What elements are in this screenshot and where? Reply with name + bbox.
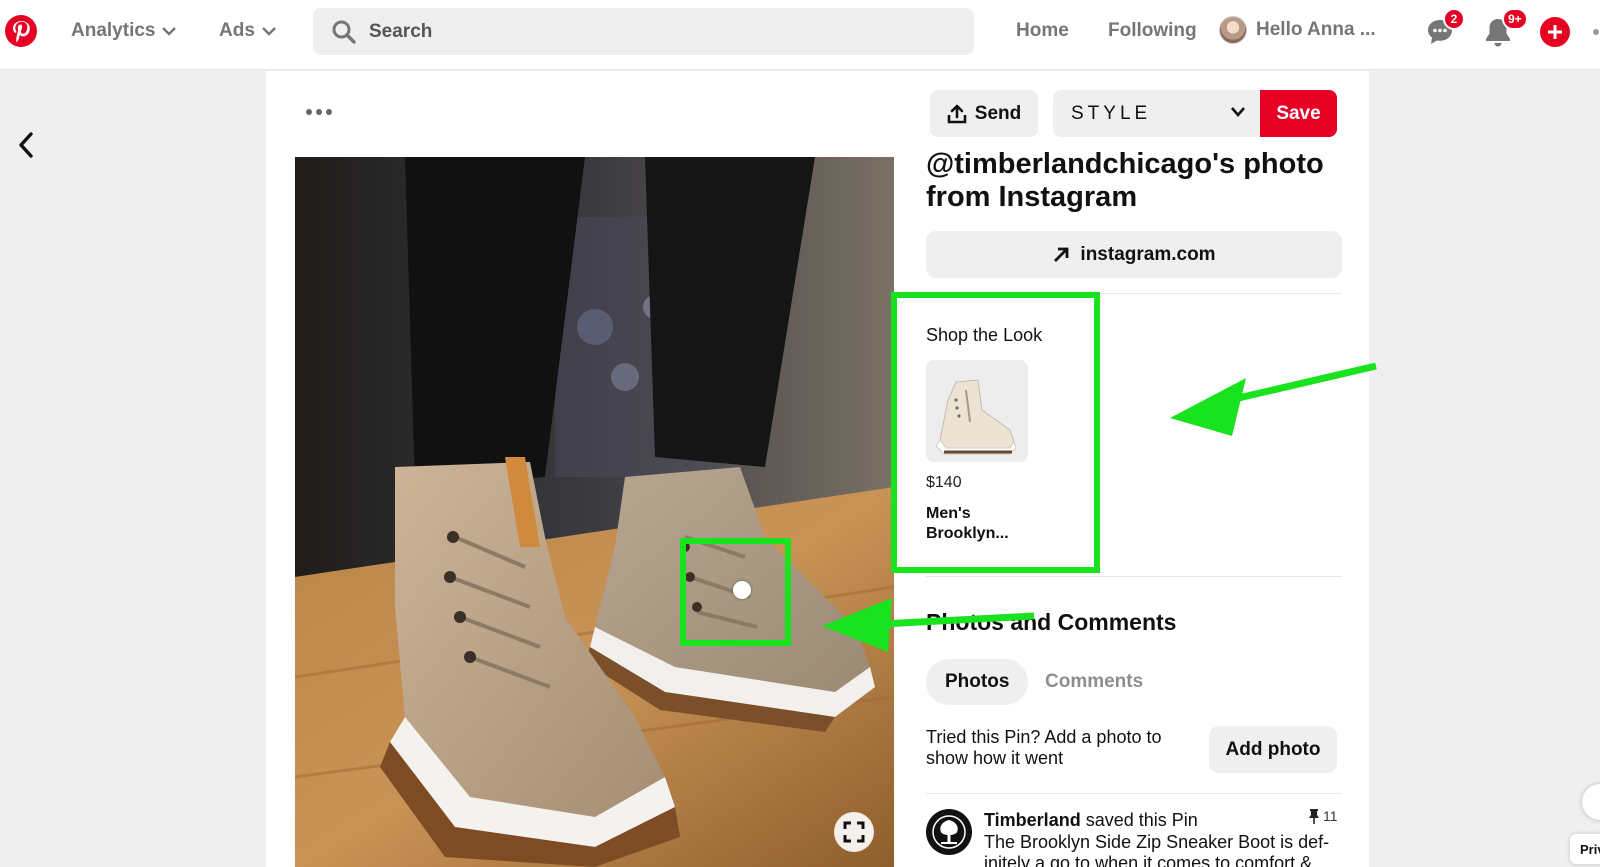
notifications-button[interactable]: 9+ (1484, 8, 1528, 50)
add-photo-button[interactable]: Add photo (1209, 726, 1337, 773)
tab-comments[interactable]: Comments (1026, 659, 1162, 705)
user-profile-link[interactable]: Hello Anna ... (1219, 16, 1376, 44)
pin-title: @timberlandchicago's photo from Instagra… (926, 148, 1324, 213)
source-link-label: instagram.com (1080, 243, 1216, 265)
top-navigation-bar: Analytics Ads Home Following Hello Anna … (0, 0, 1600, 70)
pinterest-logo-icon[interactable] (4, 14, 38, 48)
product-hotspot-dot[interactable] (733, 581, 751, 599)
ads-label: Ads (219, 20, 255, 41)
pin-save-count: 11 (1308, 808, 1338, 824)
comment-text: The Brooklyn Side Zip Sneaker Boot is de… (984, 832, 1330, 867)
privacy-link[interactable]: Priv (1570, 834, 1600, 864)
home-link[interactable]: Home (1016, 20, 1069, 42)
scroll-top-button[interactable] (1582, 784, 1600, 820)
save-button[interactable]: Save (1260, 90, 1337, 137)
board-name: STYLE (1071, 102, 1152, 124)
add-photo-prompt: Tried this Pin? Add a photo to show how … (926, 727, 1162, 768)
ellipsis-icon (306, 109, 312, 115)
send-label: Send (974, 102, 1022, 124)
chevron-down-icon (262, 27, 276, 36)
divider (926, 293, 1342, 294)
more-options-icon[interactable] (1593, 29, 1599, 35)
create-button[interactable] (1540, 17, 1570, 47)
board-select-dropdown[interactable]: STYLE (1053, 90, 1260, 137)
search-icon (332, 20, 356, 44)
plus-icon (1548, 25, 1562, 39)
pin-photo[interactable] (295, 157, 894, 867)
ellipsis-dot (316, 109, 322, 115)
fullscreen-icon (843, 821, 865, 843)
product-thumbnail[interactable] (926, 360, 1028, 462)
ellipsis-dot (326, 109, 332, 115)
user-greeting: Hello Anna ... (1256, 19, 1376, 40)
tab-photos[interactable]: Photos (926, 659, 1029, 705)
chevron-down-icon (162, 27, 177, 36)
boot-product-image (935, 379, 1017, 455)
product-price: $140 (926, 474, 962, 491)
shop-the-look-title: Shop the Look (926, 325, 1043, 345)
ads-dropdown[interactable]: Ads (219, 20, 277, 42)
pin-count-value: 11 (1323, 808, 1338, 824)
comment-author[interactable]: Timberland (984, 810, 1081, 830)
notifications-badge: 9+ (1502, 8, 1528, 30)
analytics-label: Analytics (71, 20, 156, 41)
share-upload-icon (947, 104, 967, 123)
chevron-down-icon (1231, 107, 1245, 117)
more-actions-button[interactable] (306, 103, 332, 121)
source-link-button[interactable]: instagram.com (926, 231, 1342, 278)
messages-badge: 2 (1443, 8, 1465, 30)
search-bar[interactable] (313, 8, 974, 55)
photos-comments-title: Photos and Comments (926, 609, 1177, 635)
back-arrow-icon[interactable] (14, 130, 38, 160)
pushpin-icon (1309, 809, 1319, 824)
timberland-avatar[interactable] (926, 809, 972, 855)
search-input[interactable] (369, 20, 929, 43)
product-name[interactable]: Men's Brooklyn... (926, 504, 1036, 544)
send-button[interactable]: Send (930, 90, 1038, 137)
expand-image-button[interactable] (834, 812, 874, 852)
boot-photo-illustration (295, 157, 894, 867)
divider (926, 793, 1342, 794)
external-link-arrow-icon (1054, 247, 1069, 262)
comment-header: Timberland saved this Pin (984, 810, 1198, 831)
tree-logo-icon (932, 815, 966, 849)
comment-action: saved this Pin (1085, 810, 1198, 830)
avatar (1219, 16, 1247, 44)
divider (926, 576, 1342, 577)
messages-button[interactable]: 2 (1425, 8, 1465, 50)
following-link[interactable]: Following (1108, 20, 1197, 42)
analytics-dropdown[interactable]: Analytics (71, 20, 177, 42)
